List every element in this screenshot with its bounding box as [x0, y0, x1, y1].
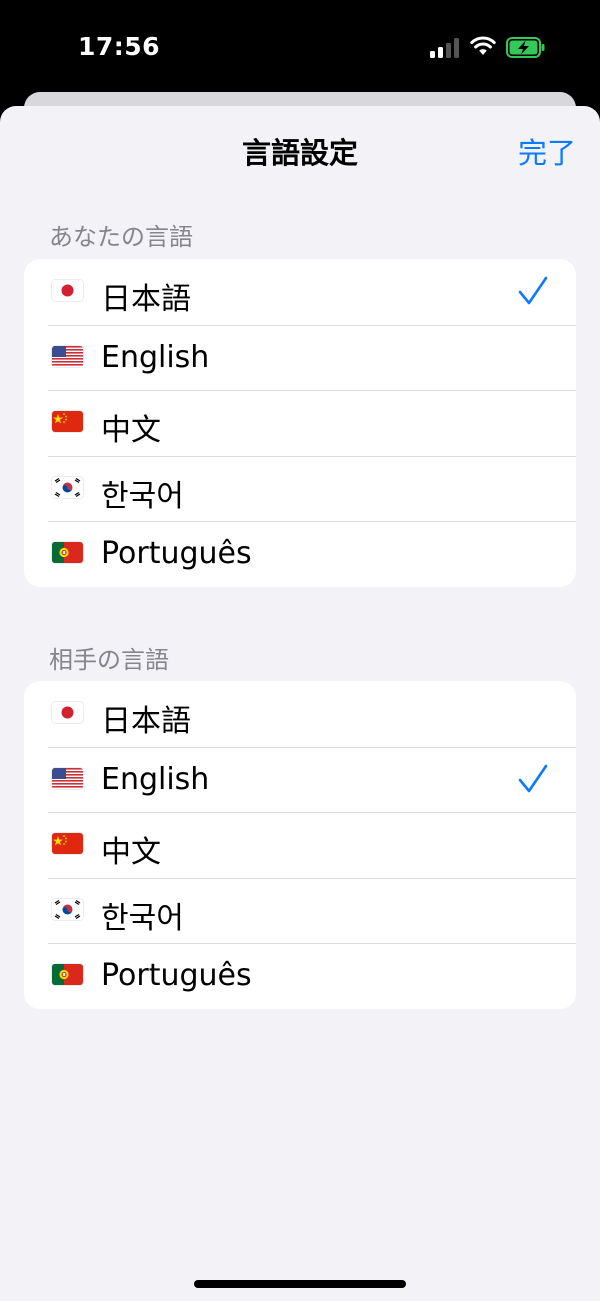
language-label: Português — [101, 536, 252, 571]
china-flag-icon — [52, 833, 83, 854]
language-option[interactable]: Português — [24, 521, 576, 587]
language-option[interactable]: English — [24, 324, 576, 391]
status-time: 17:56 — [78, 32, 161, 61]
section-header: 相手の言語 — [49, 646, 169, 674]
japan-flag-icon — [52, 702, 83, 723]
battery-charging-icon — [506, 37, 545, 58]
portugal-flag-icon — [52, 964, 83, 985]
cellular-signal-icon — [430, 38, 460, 58]
language-option[interactable]: 中文 — [24, 812, 576, 878]
language-label: Português — [101, 958, 252, 993]
language-label: 한국어 — [101, 900, 184, 936]
korea-flag-icon — [52, 476, 83, 498]
usa-flag-icon — [52, 767, 83, 789]
language-option[interactable]: 한국어 — [24, 877, 576, 944]
status-bar: 17:56 — [0, 0, 600, 100]
checkmark-icon — [518, 276, 548, 305]
language-label: 한국어 — [101, 478, 184, 514]
language-label: 中文 — [101, 413, 161, 448]
section-header: あなたの言語 — [49, 223, 193, 251]
china-flag-icon — [52, 411, 83, 432]
usa-flag-icon — [52, 345, 83, 367]
wifi-icon — [470, 36, 496, 55]
portugal-flag-icon — [52, 542, 83, 563]
page-title: 言語設定 — [241, 136, 358, 170]
home-indicator[interactable] — [194, 1280, 406, 1288]
your-language-list: 日本語 English 中文 한국어 Português — [24, 259, 576, 587]
language-label: English — [101, 339, 210, 375]
language-label: 中文 — [101, 835, 161, 870]
checkmark-icon — [518, 764, 548, 792]
language-option[interactable]: Português — [24, 943, 576, 1009]
language-option[interactable]: English — [24, 746, 576, 813]
language-option[interactable]: 한국어 — [24, 455, 576, 522]
language-label: 日本語 — [101, 704, 191, 739]
language-option[interactable]: 日本語 — [24, 259, 576, 325]
partner-language-list: 日本語 English 中文 한국어 Português — [24, 681, 576, 1009]
language-label: 日本語 — [101, 282, 191, 317]
language-option[interactable]: 日本語 — [24, 681, 576, 747]
done-button[interactable]: 完了 — [518, 130, 576, 172]
language-option[interactable]: 中文 — [24, 390, 576, 456]
japan-flag-icon — [52, 280, 83, 301]
korea-flag-icon — [52, 898, 83, 920]
language-label: English — [101, 761, 210, 797]
